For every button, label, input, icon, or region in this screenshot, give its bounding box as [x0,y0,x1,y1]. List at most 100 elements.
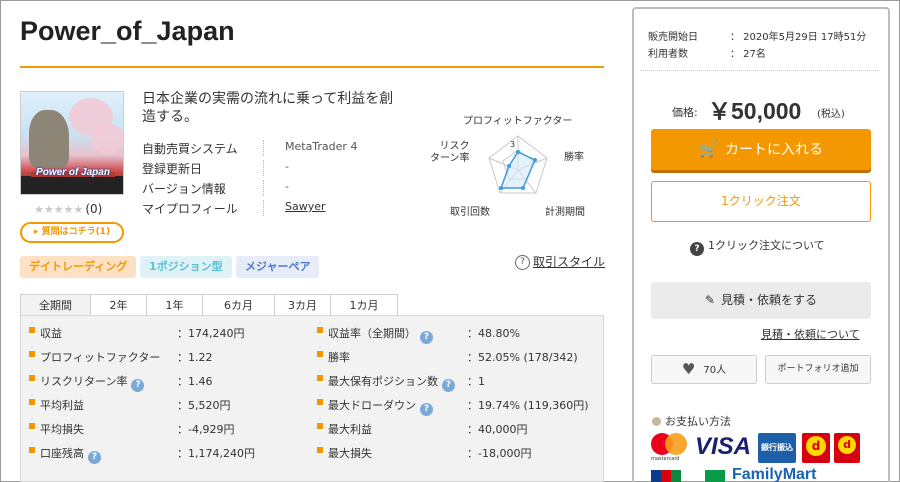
info-value: - [285,180,289,193]
product-image-caption: Power of Japan [36,167,110,178]
bullet-square [29,375,35,381]
stat-row: リスクリターン率? ：1.46 [29,369,309,392]
profile-link[interactable]: Sawyer [285,200,326,213]
help-icon[interactable]: ? [420,403,433,416]
stat-value: ：1 [467,375,485,388]
tag-1position[interactable]: 1ポジション型 [140,256,232,278]
meta-value: ： 27名 [730,49,766,60]
info-row: マイプロフィール Sawyer [142,198,432,218]
quote-request-button[interactable]: ✎ 見積・依頼をする [651,282,871,319]
d-payment-mark: d [806,436,826,456]
daily-mark: d [838,436,856,454]
favorite-button[interactable]: ♥ 70人 [651,355,757,384]
radar-point [521,186,525,190]
stat-value: ：-4,929円 [177,423,235,436]
bullet-square [29,327,35,333]
question-button[interactable]: ▸ 質問はコチラ(1) [20,222,124,243]
product-image[interactable]: Power of Japan [20,91,124,195]
price-label: 価格: [672,106,698,119]
stat-label: 最大ドローダウン? [328,397,433,416]
one-click-about-label: 1クリック注文について [708,239,825,252]
stat-value: ：40,000円 [467,423,528,436]
quote-request-label: 見積・依頼をする [721,293,818,307]
stat-label-text: 最大ドローダウン [328,399,416,412]
tab-all-period[interactable]: 全期間 [20,294,91,316]
visa-logo: VISA [695,433,752,460]
tab-3-months[interactable]: 3カ月 [274,294,331,316]
bullet-square [29,351,35,357]
bullet-square [317,351,323,357]
rating: ★★★★★ (0) [34,202,102,216]
bank-transfer-logo: 銀行振込 [758,433,796,463]
favorite-count: 70人 [703,365,727,376]
price-value: ￥50,000 [708,98,802,124]
help-icon[interactable]: ? [131,379,145,392]
rating-count: (0) [85,202,103,216]
tab-1-month[interactable]: 1カ月 [330,294,398,316]
stat-label-text: 最大保有ポジション数 [328,375,438,388]
daily-yamazaki-logo: d [834,433,860,463]
info-separator [263,160,264,176]
info-separator [263,180,264,196]
info-row: 自動売買システム MetaTrader 4 [142,138,432,158]
stat-row: 最大ドローダウン? ：19.74% (119,360円) [317,393,601,416]
bullet-square [317,375,323,381]
bullet-dot-icon [652,417,661,426]
jcb-logo [651,470,681,482]
stat-value: ：1.46 [177,375,213,388]
tag-daytrade[interactable]: デイトレーディング [20,256,137,278]
radar-point [516,150,520,154]
one-click-order-button[interactable]: 1クリック注文 [651,181,871,222]
stat-row: 勝率 ：52.05% (178/342) [317,345,601,367]
radar-scale-label: 3 [510,140,515,149]
add-portfolio-button[interactable]: ポートフォリオ追加 [765,355,871,384]
stat-label: 最大利益 [328,423,372,436]
help-icon[interactable]: ? [442,379,455,392]
stat-row: 平均損失 ：-4,929円 [29,417,309,439]
payment-title-text: お支払い方法 [665,415,731,428]
info-label: 登録更新日 [142,162,203,176]
info-separator [263,140,264,156]
stat-label: 収益率（全期間）? [328,325,433,344]
stat-label: 口座残高? [40,445,101,464]
trade-style-label: 取引スタイル [533,255,606,269]
radar-point [507,164,511,168]
stat-label: プロフィットファクター [40,351,161,364]
sale-meta: 販売開始日 ： 2020年5月29日 17時51分 利用者数 ： 27名 [648,28,888,62]
tag-major-pair[interactable]: メジャーペア [236,256,320,278]
tab-1-year[interactable]: 1年 [146,294,203,316]
info-value: - [285,160,289,173]
radar-svg: 3 [488,135,548,194]
help-icon[interactable]: ? [420,331,433,344]
stat-label: 勝率 [328,351,350,364]
tab-2-years[interactable]: 2年 [90,294,147,316]
komainu-statue [29,110,69,168]
stat-value: ：1.22 [177,351,213,364]
quote-about-link[interactable]: 見積・依頼について [761,326,860,342]
meta-value: ： 2020年5月29日 17時51分 [730,32,867,43]
tab-6-months[interactable]: 6カ月 [202,294,275,316]
familymart-icon [705,470,725,482]
meta-divider [640,70,880,71]
bullet-square [317,327,323,333]
info-row: バージョン情報 - [142,178,432,198]
meta-label: 販売開始日 [648,32,698,43]
heart-icon: ♥ [681,360,696,378]
stat-row: 収益率（全期間）? ：48.80% [317,321,601,344]
stat-label: 最大損失 [328,447,372,460]
stat-row: 口座残高? ：1,174,240円 [29,441,309,464]
catch-copy: 日本企業の実需の流れに乗って利益を創造する。 [142,91,394,125]
one-click-about-link[interactable]: ? 1クリック注文について [690,237,825,256]
cart-icon: 🛒 [699,139,719,158]
add-to-cart-button[interactable]: 🛒 カートに入れる [651,129,871,170]
help-icon[interactable]: ? [88,451,101,464]
stat-row: 最大利益 ：40,000円 [317,417,601,439]
stat-label-text: リスクリターン率 [40,375,128,388]
trade-style-link[interactable]: ? 取引スタイル [515,253,605,270]
meta-label: 利用者数 [648,49,688,60]
question-icon: ? [690,242,704,256]
price-tax-note: (税込) [817,109,845,120]
info-label: マイプロフィール [142,202,238,216]
mastercard-circle-orange [665,433,687,455]
stat-value: ：5,520円 [177,399,231,412]
